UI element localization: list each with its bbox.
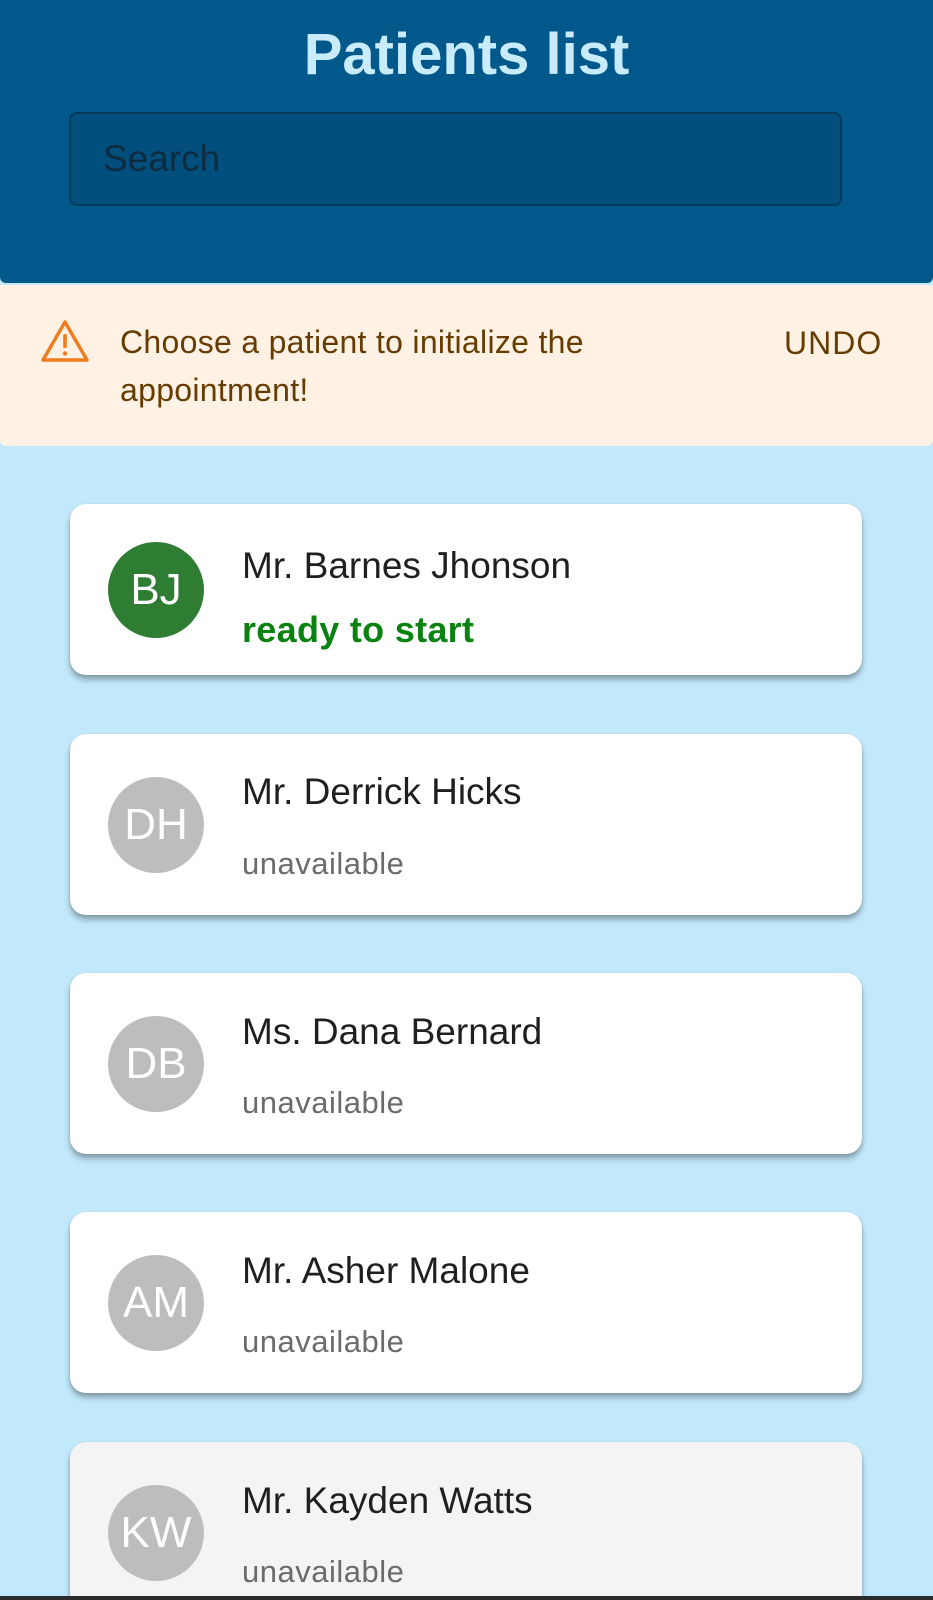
patient-name: Mr. Derrick Hicks <box>242 771 522 812</box>
patient-status: unavailable <box>242 1554 405 1589</box>
search-field[interactable] <box>69 112 842 206</box>
patient-name: Ms. Dana Bernard <box>242 1011 543 1052</box>
patient-status: unavailable <box>242 846 405 881</box>
patient-name: Mr. Kayden Watts <box>242 1480 533 1521</box>
page-title: Patients list <box>303 22 630 87</box>
bottom-edge-bar <box>0 1596 933 1600</box>
avatar: AM <box>108 1255 204 1351</box>
patient-name: Mr. Asher Malone <box>242 1250 530 1291</box>
patient-card[interactable]: BJ Mr. Barnes Jhonson ready to start <box>70 504 862 675</box>
search-input[interactable] <box>71 114 840 204</box>
patient-status: ready to start <box>242 609 475 650</box>
warning-triangle-icon <box>41 320 89 362</box>
patient-card[interactable]: DB Ms. Dana Bernard unavailable <box>70 973 862 1154</box>
patient-name: Mr. Barnes Jhonson <box>242 545 572 586</box>
patient-status: unavailable <box>242 1085 405 1120</box>
patient-card[interactable]: DH Mr. Derrick Hicks unavailable <box>70 734 862 915</box>
avatar: DB <box>108 1016 204 1112</box>
patient-card[interactable]: AM Mr. Asher Malone unavailable <box>70 1212 862 1393</box>
avatar: BJ <box>108 542 204 638</box>
avatar: DH <box>108 777 204 873</box>
undo-button[interactable]: UNDO <box>780 318 886 368</box>
patient-card[interactable]: KW Mr. Kayden Watts unavailable <box>70 1442 862 1600</box>
alert-message: Choose a patient to initialize the appoi… <box>120 324 584 408</box>
patient-status: unavailable <box>242 1324 405 1359</box>
patients-list-page: Patients list Choose a patient to initia… <box>0 0 933 1600</box>
avatar: KW <box>108 1485 204 1581</box>
app-header: Patients list <box>0 0 933 283</box>
